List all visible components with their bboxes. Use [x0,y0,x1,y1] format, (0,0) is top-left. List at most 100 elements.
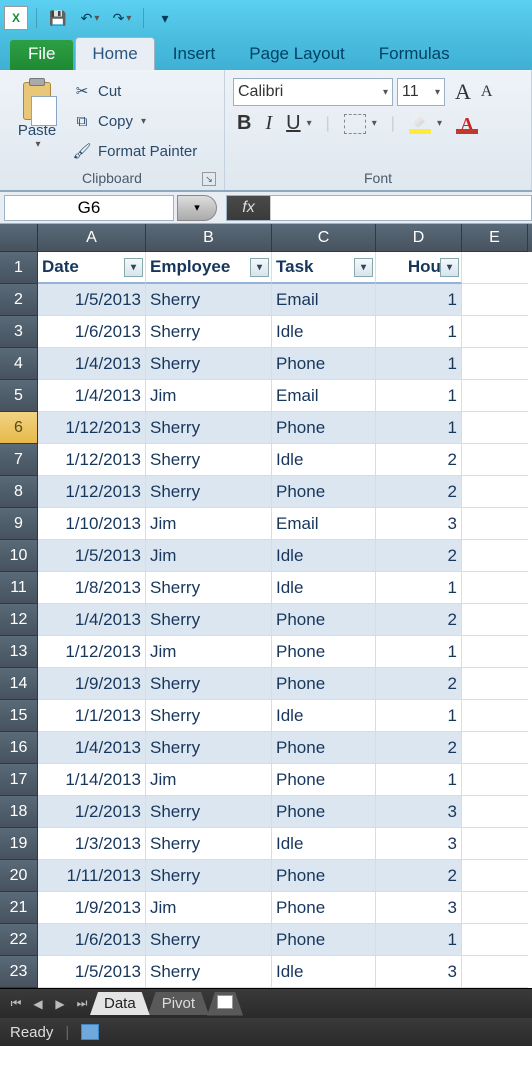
col-header-E[interactable]: E [462,224,528,252]
sheet-nav-last[interactable]: ⏭ [72,996,92,1011]
cell[interactable]: Sherry [146,668,272,700]
cell[interactable]: 2 [376,732,462,764]
cell[interactable]: Sherry [146,796,272,828]
cell[interactable]: Sherry [146,860,272,892]
cell[interactable]: 3 [376,828,462,860]
row-header[interactable]: 10 [0,540,38,572]
sheet-tab-data[interactable]: Data [90,992,150,1015]
cell[interactable]: 3 [376,892,462,924]
cell[interactable]: Idle [272,956,376,988]
col-header-D[interactable]: D [376,224,462,252]
cell[interactable]: 1/14/2013 [38,764,146,796]
row-header[interactable]: 17 [0,764,38,796]
filter-button-task[interactable]: ▾ [354,258,373,277]
cell[interactable]: Email [272,380,376,412]
cell[interactable]: 1/12/2013 [38,476,146,508]
row-header[interactable]: 12 [0,604,38,636]
cell[interactable]: Sherry [146,924,272,956]
cell[interactable] [462,444,528,476]
shrink-font-icon[interactable]: A [481,83,493,101]
tab-file[interactable]: File [10,39,73,70]
cell[interactable] [462,828,528,860]
fill-dropdown-icon[interactable]: ▾ [437,118,442,129]
cell[interactable]: 1/5/2013 [38,284,146,316]
cell[interactable]: 1 [376,636,462,668]
cell[interactable]: 2 [376,604,462,636]
table-header-hours[interactable]: Hours▾ [376,252,462,284]
cell[interactable]: 1/3/2013 [38,828,146,860]
cell[interactable]: 2 [376,444,462,476]
cell[interactable]: Phone [272,348,376,380]
cell[interactable]: 3 [376,508,462,540]
paste-button[interactable]: Paste ▾ [8,76,66,170]
cell[interactable] [462,540,528,572]
cell[interactable]: Sherry [146,572,272,604]
tab-page-layout[interactable]: Page Layout [233,38,360,70]
cell[interactable]: 1/10/2013 [38,508,146,540]
cell[interactable] [462,380,528,412]
cell[interactable] [462,732,528,764]
cell[interactable] [462,572,528,604]
cell[interactable] [462,860,528,892]
cell[interactable]: Sherry [146,956,272,988]
tab-formulas[interactable]: Formulas [363,38,466,70]
cell[interactable]: 1 [376,572,462,604]
cell[interactable]: Sherry [146,732,272,764]
cell[interactable]: 3 [376,796,462,828]
filter-button-employee[interactable]: ▾ [250,258,269,277]
cell[interactable]: Idle [272,316,376,348]
save-button[interactable]: 💾 [45,6,71,30]
cell[interactable]: Sherry [146,476,272,508]
cell[interactable] [462,764,528,796]
row-header[interactable]: 1 [0,252,38,284]
cell[interactable]: 1 [376,700,462,732]
filter-button-hours[interactable]: ▾ [440,258,459,277]
clipboard-launcher-icon[interactable]: ↘ [202,172,216,186]
name-box[interactable]: G6 ▾ [4,195,174,221]
row-header[interactable]: 20 [0,860,38,892]
cell[interactable]: 2 [376,668,462,700]
cell[interactable]: Sherry [146,828,272,860]
row-header[interactable]: 22 [0,924,38,956]
cell[interactable]: 1 [376,316,462,348]
cell[interactable]: 3 [376,956,462,988]
cell[interactable] [462,604,528,636]
row-header[interactable]: 8 [0,476,38,508]
cell[interactable]: 1 [376,284,462,316]
cell[interactable]: 1/12/2013 [38,444,146,476]
cell[interactable]: 1 [376,348,462,380]
cell[interactable]: 1/6/2013 [38,316,146,348]
row-header[interactable]: 13 [0,636,38,668]
cell[interactable]: 1 [376,412,462,444]
font-size-combo[interactable]: 11▾ [397,78,445,106]
font-name-combo[interactable]: Calibri▾ [233,78,393,106]
row-header[interactable]: 5 [0,380,38,412]
cell[interactable] [462,348,528,380]
format-painter-button[interactable]: 🖌Format Painter [72,136,197,166]
cell[interactable] [462,316,528,348]
cell[interactable]: 1/4/2013 [38,348,146,380]
cell[interactable]: Phone [272,732,376,764]
cell[interactable]: 1/8/2013 [38,572,146,604]
cut-button[interactable]: ✂Cut [72,76,197,106]
row-header[interactable]: 21 [0,892,38,924]
row-header[interactable]: 15 [0,700,38,732]
cell[interactable]: Jim [146,380,272,412]
grow-font-icon[interactable]: A [455,79,471,105]
row-header[interactable]: 19 [0,828,38,860]
cell[interactable]: 2 [376,476,462,508]
sheet-nav-first[interactable]: ⏮ [6,996,26,1011]
cell[interactable]: Idle [272,828,376,860]
cell[interactable] [462,924,528,956]
copy-button[interactable]: ⧉Copy▾ [72,106,197,136]
underline-dropdown-icon[interactable]: ▾ [307,118,312,129]
cell[interactable]: 1/4/2013 [38,732,146,764]
qat-customize[interactable]: ▾ [152,6,178,30]
cell[interactable]: Email [272,284,376,316]
borders-dropdown-icon[interactable]: ▾ [372,118,377,129]
cell[interactable]: 1/12/2013 [38,636,146,668]
cell[interactable] [462,668,528,700]
row-header[interactable]: 16 [0,732,38,764]
row-header[interactable]: 11 [0,572,38,604]
table-header-task[interactable]: Task▾ [272,252,376,284]
